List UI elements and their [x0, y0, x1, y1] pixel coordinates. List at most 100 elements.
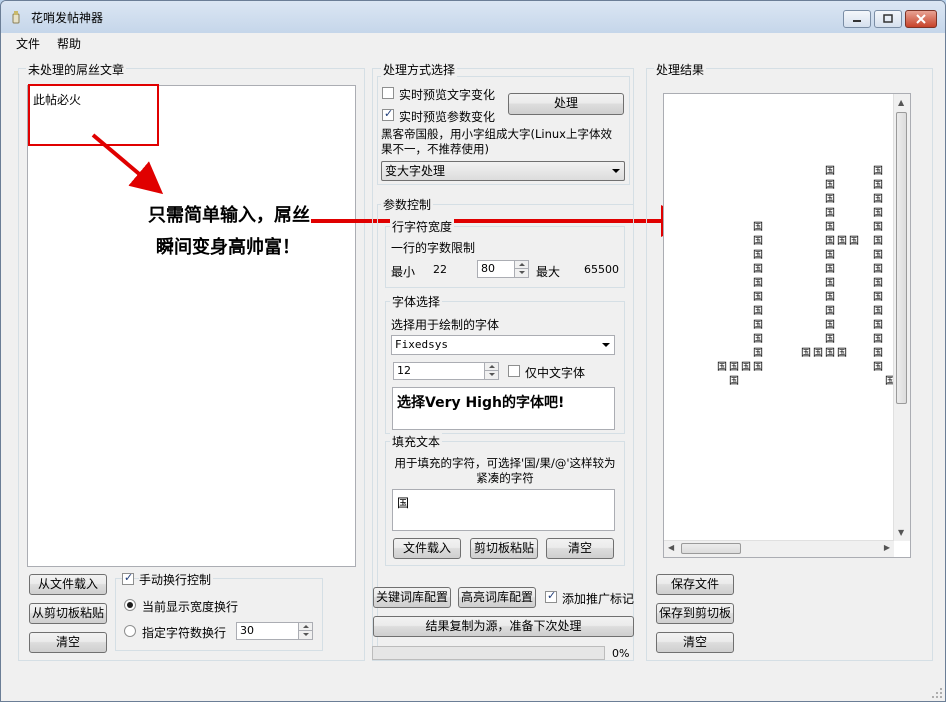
art-char: 国 — [825, 250, 835, 261]
art-char: 国 — [825, 208, 835, 219]
art-char: 国 — [825, 292, 835, 303]
chinese-only-checkbox[interactable] — [508, 365, 520, 377]
art-char: 国 — [825, 320, 835, 331]
min-label: 最小 — [391, 265, 416, 279]
art-char: 国 — [825, 278, 835, 289]
fill-load-file-button[interactable]: 文件载入 — [393, 538, 461, 559]
annotation-arrow-down — [91, 133, 164, 195]
fill-clear-button[interactable]: 清空 — [546, 538, 614, 559]
font-size-stepper[interactable]: 12 — [393, 362, 499, 380]
art-char: 国 — [849, 236, 859, 247]
keyword-config-button[interactable]: 关键词库配置 — [373, 587, 451, 608]
art-char: 国 — [753, 236, 763, 247]
fill-group-title: 填充文本 — [390, 433, 443, 450]
horizontal-scrollbar[interactable]: ◀ ▶ — [664, 540, 894, 557]
clear-result-button[interactable]: 清空 — [656, 632, 734, 653]
art-char: 国 — [729, 376, 739, 387]
scroll-right-icon[interactable]: ▶ — [884, 543, 890, 552]
mode-select[interactable]: 变大字处理 — [381, 161, 625, 181]
art-char: 国 — [753, 250, 763, 261]
art-char: 国 — [825, 166, 835, 177]
font-size-value: 12 — [397, 364, 411, 377]
art-char: 国 — [753, 334, 763, 345]
fill-paste-button[interactable]: 剪切板粘贴 — [470, 538, 538, 559]
chevron-down-icon — [612, 169, 620, 173]
vertical-scroll-thumb[interactable] — [896, 112, 907, 404]
art-char: 国 — [825, 348, 835, 359]
vertical-scrollbar[interactable]: ▲ ▼ — [893, 94, 910, 541]
save-clipboard-button[interactable]: 保存到剪切板 — [656, 603, 734, 624]
art-char: 国 — [873, 320, 883, 331]
row-limit-stepper[interactable]: 80 — [477, 260, 529, 278]
result-group-title: 处理结果 — [654, 61, 707, 78]
art-char: 国 — [753, 264, 763, 275]
art-char: 国 — [837, 348, 847, 359]
art-char: 国 — [753, 362, 763, 373]
add-promo-label: 添加推广标记 — [562, 592, 635, 606]
font-name: Fixedsys — [395, 338, 448, 351]
row-width-title: 行字符宽度 — [390, 218, 455, 235]
art-char: 国 — [753, 348, 763, 359]
art-char: 国 — [873, 208, 883, 219]
art-char: 国 — [729, 362, 739, 373]
add-promo-checkbox[interactable] — [545, 589, 557, 603]
art-char: 国 — [741, 362, 751, 373]
font-preview-box[interactable]: 选择Very High的字体吧! — [392, 387, 615, 430]
method-description: 黑客帝国般，用小字组成大字(Linux上字体效果不一，不推荐使用) — [381, 127, 612, 156]
spin-down-icon[interactable] — [484, 371, 498, 379]
art-char: 国 — [873, 222, 883, 233]
row-limit-value: 80 — [481, 262, 495, 275]
save-file-button[interactable]: 保存文件 — [656, 574, 734, 595]
process-button[interactable]: 处理 — [508, 93, 624, 115]
art-char: 国 — [873, 166, 883, 177]
art-char: 国 — [801, 348, 811, 359]
art-char: 国 — [825, 306, 835, 317]
scroll-down-icon[interactable]: ▼ — [898, 528, 904, 537]
spin-down-icon[interactable] — [514, 269, 528, 277]
horizontal-scroll-thumb[interactable] — [681, 543, 741, 554]
app-window: 花哨发帖神器 文件 帮助 未处理的屌丝文章 此帖必火 从文件载入 从剪切板粘贴 … — [0, 0, 946, 702]
copy-result-button[interactable]: 结果复制为源，准备下次处理 — [373, 616, 634, 637]
progress-bar — [372, 646, 605, 660]
font-select-label: 选择用于绘制的字体 — [391, 318, 500, 332]
param-group-title: 参数控制 — [381, 196, 434, 213]
font-preview-text: 选择Very High的字体吧! — [397, 395, 565, 411]
art-char: 国 — [873, 278, 883, 289]
max-value: 65500 — [584, 263, 619, 276]
art-char: 国 — [873, 292, 883, 303]
fill-char-input[interactable]: 国 — [392, 489, 615, 531]
scroll-left-icon[interactable]: ◀ — [668, 543, 674, 552]
art-char: 国 — [873, 334, 883, 345]
chevron-down-icon — [602, 343, 610, 347]
art-char: 国 — [873, 180, 883, 191]
chinese-only-label: 仅中文字体 — [525, 366, 586, 380]
art-char: 国 — [873, 264, 883, 275]
fill-char-value: 国 — [397, 496, 410, 510]
art-char: 国 — [825, 334, 835, 345]
spin-up-icon[interactable] — [514, 261, 528, 269]
highlight-config-button[interactable]: 高亮词库配置 — [458, 587, 536, 608]
max-label: 最大 — [536, 265, 561, 279]
art-char: 国 — [873, 348, 883, 359]
result-textarea[interactable]: 国国国国国国国国国国国国国国国国国国国国国国国国国国国国国国国国国国国国国国国国… — [663, 93, 911, 558]
art-char: 国 — [873, 250, 883, 261]
min-value: 22 — [433, 263, 447, 276]
art-char: 国 — [825, 180, 835, 191]
preview-param-checkbox[interactable] — [382, 107, 394, 121]
preview-text-label: 实时预览文字变化 — [399, 88, 496, 102]
art-char: 国 — [753, 222, 763, 233]
preview-text-checkbox[interactable] — [382, 87, 394, 99]
art-char: 国 — [873, 362, 883, 373]
font-select[interactable]: Fixedsys — [391, 335, 615, 355]
scroll-up-icon[interactable]: ▲ — [898, 98, 904, 107]
art-char: 国 — [825, 222, 835, 233]
fill-description: 用于填充的字符，可选择'国/果/@'这样较为紧凑的字符 — [394, 456, 616, 485]
resize-grip-icon[interactable] — [931, 687, 943, 699]
art-char: 国 — [753, 320, 763, 331]
art-char: 国 — [825, 264, 835, 275]
spin-up-icon[interactable] — [484, 363, 498, 371]
method-group-title: 处理方式选择 — [381, 61, 458, 78]
art-char: 国 — [837, 236, 847, 247]
art-char: 国 — [753, 306, 763, 317]
row-limit-label: 一行的字数限制 — [391, 241, 476, 255]
